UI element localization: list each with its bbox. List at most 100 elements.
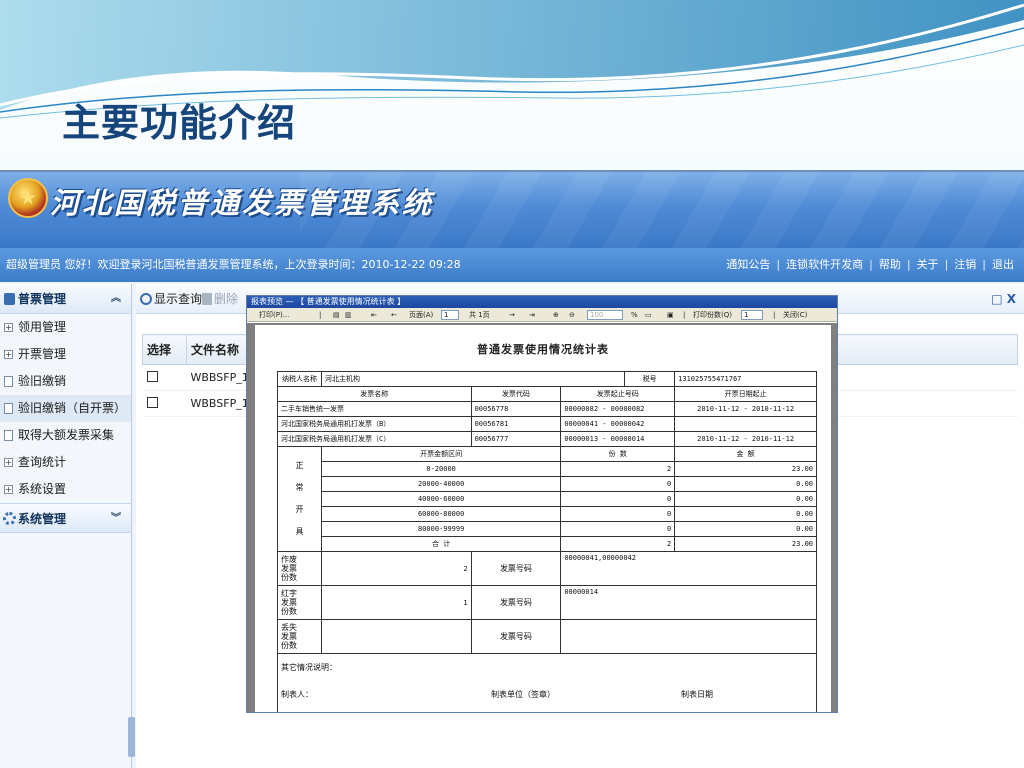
toolbar-separator: | xyxy=(319,311,322,319)
total-row: 合 计 2 23.00 xyxy=(278,536,817,552)
welcome-bar: 超级管理员 您好！欢迎登录河北国税普通发票管理系统，上次登录时间：2010-12… xyxy=(0,248,1024,282)
amount-range: 0-20000 xyxy=(320,461,562,477)
row-checkbox[interactable] xyxy=(146,396,158,408)
sidebar-item-verify[interactable]: 验旧缴销 xyxy=(0,368,131,395)
sidebar-item-verify-self[interactable]: 验旧缴销（自开票） xyxy=(0,395,131,422)
sidebar-header-label: 普票管理 xyxy=(18,292,67,306)
sidebar-header-system[interactable]: 系统管理 ︾ xyxy=(0,503,131,533)
sidebar-collapse-handle[interactable] xyxy=(128,717,135,757)
delete-button[interactable]: 删除 xyxy=(202,284,238,314)
save-icon[interactable]: ▥ xyxy=(345,308,352,322)
unit-label: 制表单位（签章） xyxy=(491,690,555,699)
invoice-range: 00000041 - 00000042 xyxy=(560,416,676,432)
nav-exit[interactable]: 退出 xyxy=(986,248,1020,282)
taxpayer-label: 纳税人名称 xyxy=(277,371,322,387)
first-page-icon[interactable]: ⇤ xyxy=(371,308,377,322)
nav-about[interactable]: 关于 xyxy=(911,248,945,282)
next-page-icon[interactable]: → xyxy=(509,308,515,322)
sidebar: 普票管理 ︽ + 领用管理 + 开票管理 验旧缴销 验旧缴销（自开票） 取得大额发票… xyxy=(0,284,132,768)
window-controls[interactable]: □ X xyxy=(991,284,1016,314)
amount-count: 0 xyxy=(560,476,676,492)
amount-value: 0.00 xyxy=(674,476,817,492)
copies-input[interactable]: 1 xyxy=(741,310,763,320)
zoom-in-icon[interactable]: ⊕ xyxy=(553,308,559,322)
zoom-out-icon[interactable]: ⊖ xyxy=(569,308,575,322)
invoice-name: 二手车销售统一发票 xyxy=(277,401,472,417)
export-icon[interactable]: ▤ xyxy=(333,308,340,322)
nav-logout[interactable]: 注销 xyxy=(948,248,982,282)
report-page: 普通发票使用情况统计表 纳税人名称 河北主机构 税号 1310257554717… xyxy=(255,325,831,712)
nav-notices[interactable]: 通知公告 xyxy=(720,248,776,282)
sidebar-item-receive[interactable]: + 领用管理 xyxy=(0,314,131,341)
lost-row: 丢失 发票 份数 发票号码 xyxy=(277,619,817,654)
void-count: 2 xyxy=(320,551,472,586)
invoice-code: 00056777 xyxy=(470,431,562,447)
sidebar-item-label: 取得大额发票采集 xyxy=(18,428,115,442)
sidebar-item-settings[interactable]: + 系统设置 xyxy=(0,476,131,503)
sidebar-header-invoice[interactable]: 普票管理 ︽ xyxy=(0,284,131,314)
folder-icon xyxy=(4,293,15,305)
sidebar-item-query-stats[interactable]: + 查询统计 xyxy=(0,449,131,476)
invoice-code: 00056778 xyxy=(470,401,562,417)
last-page-icon[interactable]: ⇥ xyxy=(529,308,535,322)
col-invoice-dates: 开票日期起止 xyxy=(674,386,817,402)
invoice-range: 00000082 - 00000082 xyxy=(560,401,676,417)
col-count: 份 数 xyxy=(560,446,676,462)
expand-plus-icon[interactable]: + xyxy=(4,350,13,359)
col-invoice-code: 发票代码 xyxy=(470,386,562,402)
amount-count: 0 xyxy=(560,521,676,537)
close-preview-button[interactable]: 关闭(C) xyxy=(783,308,807,322)
document-icon xyxy=(4,403,13,414)
lost-count xyxy=(320,619,472,654)
report-preview-window: 报表预览 — 【 普通发票使用情况统计表 】 打印(P)... | ▤ ▥ ⇤ … xyxy=(246,295,838,713)
page-setup-icon[interactable]: ▣ xyxy=(667,308,674,322)
sidebar-item-label: 开票管理 xyxy=(18,347,67,361)
col-amount-range: 开票金额区间 xyxy=(320,446,562,462)
invoice-code: 00056781 xyxy=(470,416,562,432)
preview-toolbar: 打印(P)... | ▤ ▥ ⇤ ← 页面(A) 1 共 1页 → ⇥ ⊕ ⊖ … xyxy=(247,308,837,322)
nav-help[interactable]: 帮助 xyxy=(873,248,907,282)
other-notes-label: 其它情况说明： xyxy=(281,663,337,672)
maker-label: 制表人： xyxy=(281,690,313,699)
expand-plus-icon[interactable]: + xyxy=(4,485,13,494)
toolbar-separator: | xyxy=(773,311,776,319)
invoice-dates xyxy=(674,416,817,432)
amount-value: 0.00 xyxy=(674,491,817,507)
invoice-name: 河北国家税务局通用机打发票（C） xyxy=(277,431,472,447)
prev-page-icon[interactable]: ← xyxy=(391,308,397,322)
show-query-button[interactable]: 显示查询 xyxy=(140,284,202,314)
zoom-input[interactable]: 100 xyxy=(587,310,623,320)
toolbar-separator: | xyxy=(683,311,686,319)
sidebar-item-issue[interactable]: + 开票管理 xyxy=(0,341,131,368)
row-checkbox[interactable] xyxy=(146,370,158,382)
nav-vendor[interactable]: 连锁软件开发商 xyxy=(780,248,869,282)
expand-plus-icon[interactable]: + xyxy=(4,458,13,467)
preview-title-bar[interactable]: 报表预览 — 【 普通发票使用情况统计表 】 xyxy=(247,296,837,308)
void-label: 作废 发票 份数 xyxy=(277,551,322,586)
invoice-dates: 2010-11-12 - 2010-11-12 xyxy=(674,401,817,417)
app-name: 河北国税普通发票管理系统 xyxy=(50,186,435,220)
zoom-unit: % xyxy=(631,311,638,319)
red-row: 红字 发票 份数 1 发票号码 00000014 xyxy=(277,585,817,620)
taxno-label: 税号 xyxy=(624,371,676,387)
fit-width-icon[interactable]: ▭ xyxy=(645,308,652,322)
invoice-dates: 2010-11-12 - 2010-11-12 xyxy=(674,431,817,447)
column-header-select[interactable]: 选择 xyxy=(142,334,187,365)
sidebar-item-large-invoice[interactable]: 取得大额发票采集 xyxy=(0,422,131,449)
expand-down-icon[interactable]: ︾ xyxy=(111,504,121,534)
invoice-row: 河北国家税务局通用机打发票（B） 00056781 00000041 - 000… xyxy=(277,416,817,432)
page-input[interactable]: 1 xyxy=(441,310,459,320)
delete-label: 删除 xyxy=(214,292,239,306)
amount-value: 0.00 xyxy=(674,506,817,522)
app-banner: 河北国税普通发票管理系统 xyxy=(0,172,1024,248)
void-row: 作废 发票 份数 2 发票号码 00000041,00000042 xyxy=(277,551,817,586)
collapse-up-icon[interactable]: ︽ xyxy=(111,284,121,314)
void-numbers: 00000041,00000042 xyxy=(560,551,817,586)
expand-plus-icon[interactable]: + xyxy=(4,323,13,332)
total-count: 2 xyxy=(560,536,676,552)
lost-number-label: 发票号码 xyxy=(470,619,562,654)
slide-header: 主要功能介绍 xyxy=(0,0,1024,170)
gear-icon xyxy=(3,512,16,525)
print-button[interactable]: 打印(P)... xyxy=(259,308,289,322)
preview-canvas: 普通发票使用情况统计表 纳税人名称 河北主机构 税号 1310257554717… xyxy=(247,323,837,712)
